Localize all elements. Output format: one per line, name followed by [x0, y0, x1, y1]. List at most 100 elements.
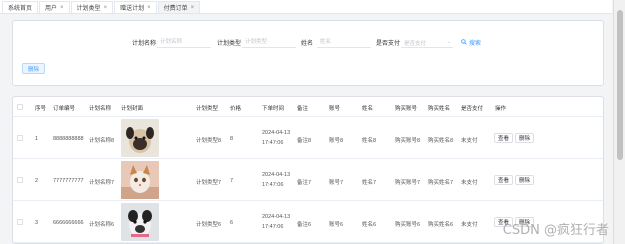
plan-type-label: 计划类型	[217, 41, 242, 47]
close-icon[interactable]: ×	[191, 5, 195, 11]
tab-gift-plans[interactable]: 赠送计划 ×	[114, 1, 157, 13]
col-account: 账号	[329, 106, 341, 112]
cell-plan-type: 计划类型7	[196, 180, 222, 186]
cell-order-date: 2024-04-13	[262, 214, 291, 220]
cell-price: 6	[230, 220, 234, 226]
row-checkbox[interactable]	[17, 177, 23, 183]
cell-paid: 未支付	[461, 180, 478, 186]
cell-order-clock: 17:47:06	[262, 182, 284, 188]
plan-cover-image	[121, 161, 159, 199]
cell-name: 姓名6	[362, 222, 377, 228]
plan-type-input[interactable]	[242, 36, 296, 48]
scrollbar-thumb[interactable]	[617, 10, 623, 160]
plan-cover-image	[121, 203, 159, 241]
cell-buyer-name: 购买姓名7	[428, 180, 454, 186]
cell-buyer-account: 购买账号8	[395, 138, 421, 144]
cell-index: 3	[35, 220, 39, 226]
view-button[interactable]: 查看	[494, 133, 514, 143]
cell-buyer-name: 购买姓名8	[428, 138, 454, 144]
tab-plan-types[interactable]: 计划类型 ×	[70, 1, 114, 13]
plan-cover-image	[121, 119, 159, 157]
cell-order-clock: 17:47:06	[262, 224, 284, 230]
cell-buyer-name: 购买姓名6	[428, 222, 454, 228]
table-row: 2 7777777777 计划名称7 计划类型7 7 2024-04-13 17…	[13, 159, 603, 201]
row-checkbox[interactable]	[17, 219, 23, 225]
delete-button[interactable]: 删除	[515, 133, 535, 143]
search-panel: 计划名称 计划类型 姓名 是否支付 是否支付 ⌄ 搜索 删除	[12, 20, 604, 86]
search-icon	[461, 39, 467, 45]
col-index: 序号	[35, 106, 47, 112]
paid-select[interactable]: 是否支付 ⌄	[401, 36, 453, 48]
tab-label: 用户	[45, 6, 58, 12]
col-order-no: 订单编号	[53, 106, 76, 112]
close-icon[interactable]: ×	[104, 5, 108, 11]
col-buyer-account: 购买账号	[395, 106, 418, 112]
cell-plan-name: 计划名称8	[89, 138, 115, 144]
cell-paid: 未支付	[461, 138, 478, 144]
cell-index: 1	[35, 136, 39, 142]
cell-order-no: 6666666666	[53, 220, 84, 226]
plan-name-label: 计划名称	[132, 41, 157, 47]
row-checkbox[interactable]	[17, 135, 23, 141]
cell-plan-name: 计划名称7	[89, 180, 115, 186]
vertical-scrollbar[interactable]	[613, 0, 625, 244]
search-row: 计划名称 计划类型 姓名 是否支付 是否支付 ⌄ 搜索	[13, 36, 603, 48]
cell-order-date: 2024-04-13	[262, 172, 291, 178]
tab-home[interactable]: 系统首页	[2, 1, 39, 13]
cell-buyer-account: 购买账号7	[395, 180, 421, 186]
cell-name: 姓名7	[362, 180, 377, 186]
col-note: 备注	[297, 106, 309, 112]
bulk-delete-button[interactable]: 删除	[22, 63, 46, 74]
cell-note: 备注7	[297, 180, 312, 186]
col-actions: 操作	[495, 106, 507, 112]
cell-note: 备注8	[297, 138, 312, 144]
col-name: 姓名	[362, 106, 374, 112]
col-plan-cover: 计划封面	[121, 106, 144, 112]
tab-bar: 系统首页 用户 × 计划类型 × 赠送计划 × 付费订单 ×	[0, 0, 612, 14]
watermark: CSDN @疯狂行者	[502, 223, 609, 238]
cell-paid: 未支付	[461, 222, 478, 228]
tab-users[interactable]: 用户 ×	[39, 1, 70, 13]
cell-account: 账号6	[329, 222, 344, 228]
cell-order-date: 2024-04-13	[262, 130, 291, 136]
close-icon[interactable]: ×	[60, 5, 64, 11]
view-button[interactable]: 查看	[494, 175, 514, 185]
plan-name-input[interactable]	[157, 36, 211, 48]
chevron-down-icon: ⌄	[446, 39, 451, 45]
cell-price: 7	[230, 178, 234, 184]
paid-select-placeholder: 是否支付	[404, 41, 427, 47]
cell-buyer-account: 购买账号6	[395, 222, 421, 228]
cell-plan-name: 计划名称6	[89, 222, 115, 228]
cell-index: 2	[35, 178, 39, 184]
tab-label: 付费订单	[163, 6, 188, 12]
tab-label: 系统首页	[8, 6, 33, 12]
delete-button[interactable]: 删除	[515, 175, 535, 185]
col-buyer-name: 购买姓名	[428, 106, 451, 112]
col-order-time: 下单时间	[262, 106, 285, 112]
search-button[interactable]: 搜索	[461, 36, 481, 48]
paid-label: 是否支付	[376, 41, 401, 47]
select-all-checkbox[interactable]	[17, 104, 23, 110]
cell-price: 8	[230, 136, 234, 142]
tab-paid-orders[interactable]: 付费订单 ×	[157, 1, 201, 13]
col-plan-name: 计划名称	[89, 106, 112, 112]
cell-plan-type: 计划类型8	[196, 138, 222, 144]
cell-order-clock: 17:47:06	[262, 140, 284, 146]
table-row: 1 8888888888 计划名称8 计划类型8 8 2024-04-13 17…	[13, 117, 603, 159]
name-input[interactable]	[317, 36, 371, 48]
table-header: 序号 订单编号 计划名称 计划封面 计划类型 价格 下单时间 备注 账号 姓名 …	[13, 97, 603, 117]
cell-name: 姓名8	[362, 138, 377, 144]
tab-label: 赠送计划	[120, 6, 145, 12]
tab-label: 计划类型	[76, 6, 101, 12]
col-plan-type: 计划类型	[196, 106, 219, 112]
name-label: 姓名	[301, 41, 314, 47]
cell-account: 账号7	[329, 180, 344, 186]
cell-order-no: 7777777777	[53, 178, 84, 184]
cell-plan-type: 计划类型6	[196, 222, 222, 228]
cell-note: 备注6	[297, 222, 312, 228]
col-price: 价格	[230, 106, 242, 112]
search-button-label: 搜索	[469, 40, 482, 47]
close-icon[interactable]: ×	[147, 5, 151, 11]
col-paid: 是否支付	[461, 106, 484, 112]
cell-order-no: 8888888888	[53, 136, 84, 142]
